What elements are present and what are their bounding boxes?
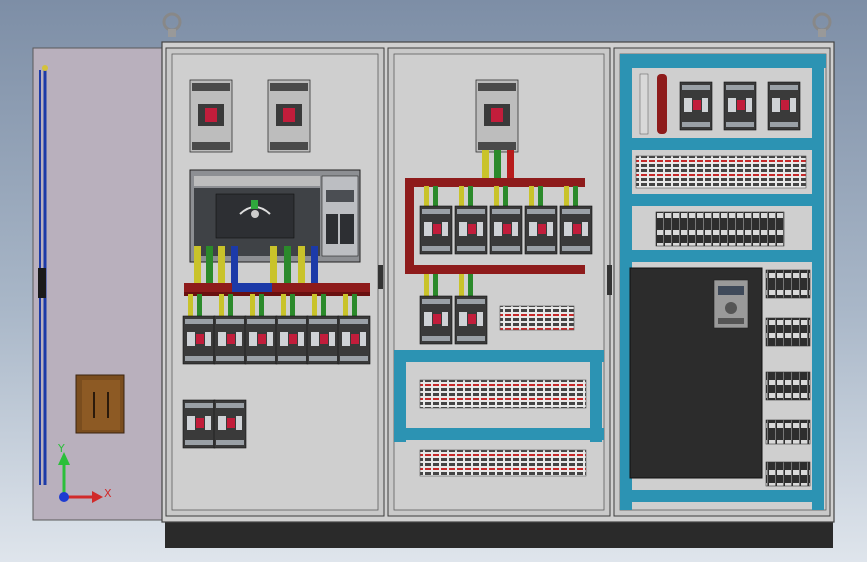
cabinet-plinth: [165, 520, 833, 548]
door-document-pocket: [75, 374, 125, 434]
terminal-strip-middle-upper: [419, 379, 587, 409]
terminal-strip-right-upper: [635, 155, 807, 189]
main-breaker-2: [267, 79, 311, 153]
electrical-cabinet-cad-view: Y X: [32, 12, 835, 548]
spare-breakers-left: [182, 399, 247, 449]
main-breaker-1: [189, 79, 233, 153]
door-hinge-middle: [607, 265, 612, 295]
lifting-eye-right: [812, 12, 832, 37]
incoming-cables-middle: [482, 150, 514, 180]
branch-breaker-row-middle: [419, 205, 593, 255]
lifting-eye-left: [162, 12, 182, 37]
terminal-block-small-middle: [499, 305, 575, 331]
relay-block-row: [655, 211, 785, 247]
axis-x-label: X: [104, 487, 112, 500]
frequency-inverter: [629, 267, 763, 479]
door-hinge-left: [378, 265, 383, 289]
branch-breaker-row-left: [182, 315, 371, 365]
axis-y-label: Y: [57, 442, 65, 455]
busbar-distribution-left: [184, 283, 370, 296]
open-door-panel: [32, 47, 166, 521]
control-breaker-row-right: [679, 81, 801, 131]
main-breaker-middle: [475, 79, 519, 153]
terminal-strip-middle-lower: [419, 449, 587, 477]
